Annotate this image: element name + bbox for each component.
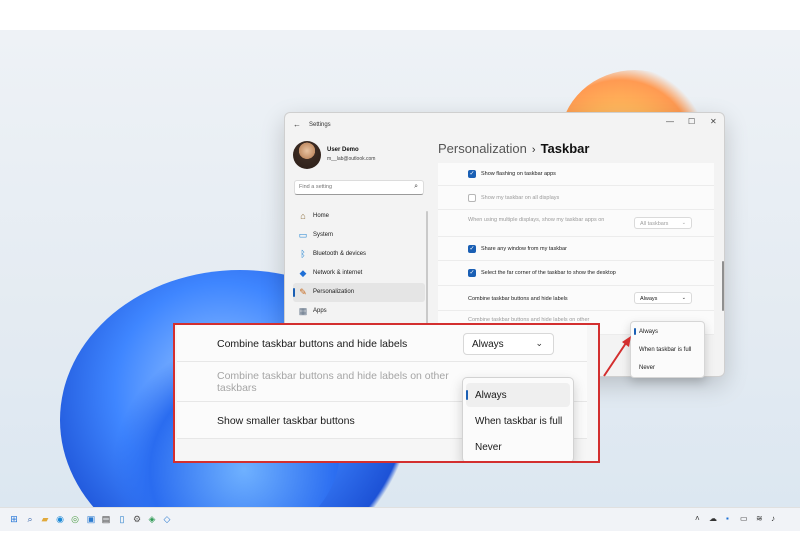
user-name: User Demo [327,147,359,153]
breadcrumb: Personalization › Taskbar [438,141,589,156]
app-icon[interactable]: ◈ [146,513,158,525]
sidebar-item-home[interactable]: ⌂ Home [293,207,425,226]
user-email: m__lab@outlook.com [327,156,376,162]
dropdown-option-when-full[interactable]: When taskbar is full [475,416,562,427]
combine-dropdown-menu: Always When taskbar is full Never [630,321,705,378]
checkbox-unchecked[interactable] [468,194,476,202]
breadcrumb-parent[interactable]: Personalization [438,141,527,156]
dropdown-option-always[interactable]: Always [639,329,658,335]
select-value: Always [472,339,504,350]
setting-row-all-displays: Show my taskbar on all displays [438,186,714,210]
sidebar-item-apps[interactable]: ▦ Apps [293,302,425,321]
setting-row-combine: Combine taskbar buttons and hide labels … [438,286,714,311]
network-icon: ◆ [299,268,307,278]
photos-icon[interactable]: ▣ [85,513,97,525]
search-input[interactable] [299,184,399,190]
taskbar: ⊞ ⌕ ▰ ◉ ◎ ▣ ▤ ▯ ⚙ ◈ ◇ ˄ ☁ ▪ ▭ ≋ ♪ [0,507,800,531]
multi-display-select[interactable]: All taskbars ⌄ [634,217,692,229]
maximize-icon[interactable]: ☐ [688,117,695,126]
zoom-callout: Combine taskbar buttons and hide labels … [173,323,600,463]
combine-select[interactable]: Always ⌄ [634,292,692,304]
sidebar-item-personalization[interactable]: ✎ Personalization [293,283,425,302]
annotation-arrow-icon [603,336,631,377]
start-icon[interactable]: ⊞ [8,513,20,525]
cloud-icon[interactable]: ☁ [709,514,717,523]
page-title: Taskbar [540,141,590,156]
setting-row-multi-display: When using multiple displays, show my ta… [438,210,714,237]
app-icon[interactable]: ◇ [161,513,173,525]
window-title: Settings [309,122,331,128]
chevron-down-icon: ⌄ [681,220,686,226]
sidebar-item-label: Home [313,213,330,219]
notepad-icon[interactable]: ▯ [116,513,128,525]
checkbox-checked[interactable]: ✓ [468,269,476,277]
checkbox-checked[interactable]: ✓ [468,245,476,253]
chevron-down-icon: ⌄ [681,295,686,301]
edge-icon[interactable]: ◉ [54,513,66,525]
chevron-down-icon: ⌄ [535,338,543,348]
terminal-icon[interactable]: ▤ [100,513,112,525]
sidebar-item-label: Network & internet [313,270,363,276]
content-scrollbar[interactable] [722,261,724,311]
avatar [293,141,321,169]
display-icon[interactable]: ▭ [740,514,748,523]
callout-label: Combine taskbar buttons and hide labels … [217,370,449,394]
sidebar-item-label: Personalization [313,289,355,295]
setting-label: Show my taskbar on all displays [481,195,560,201]
dropdown-option-when-full[interactable]: When taskbar is full [639,347,691,353]
setting-label: Show flashing on taskbar apps [481,171,556,177]
setting-label: When using multiple displays, show my ta… [468,217,605,223]
title-bar: ← Settings — ☐ ✕ [285,113,724,137]
callout-label: Combine taskbar buttons and hide labels [217,338,408,350]
combine-dropdown-menu-zoomed: Always When taskbar is full Never [462,377,574,461]
selection-marker [634,328,636,335]
store-icon[interactable]: ▪ [726,514,729,523]
search-icon[interactable]: ⌕ [414,183,418,191]
brush-icon: ✎ [299,287,307,297]
setting-label: Select the far corner of the taskbar to … [481,270,616,276]
settings-icon[interactable]: ⚙ [131,513,143,525]
sidebar-item-bluetooth[interactable]: ᛒ Bluetooth & devices [293,245,425,264]
minimize-icon[interactable]: — [666,117,674,126]
chevron-up-icon[interactable]: ˄ [695,514,700,523]
sidebar-nav: ⌂ Home ▭ System ᛒ Bluetooth & devices ◆ … [293,207,425,321]
search-box[interactable]: ⌕ [294,180,424,195]
back-arrow-icon[interactable]: ← [293,120,301,129]
checkbox-checked[interactable]: ✓ [468,170,476,178]
setting-label: Share any window from my taskbar [481,246,567,252]
search-icon[interactable]: ⌕ [24,513,36,525]
sidebar-item-system[interactable]: ▭ System [293,226,425,245]
sidebar-item-network[interactable]: ◆ Network & internet [293,264,425,283]
callout-label: Show smaller taskbar buttons [217,415,355,427]
chevron-right-icon: › [531,144,536,156]
dropdown-option-always[interactable]: Always [475,390,507,401]
setting-row-far-corner[interactable]: ✓ Select the far corner of the taskbar t… [438,261,714,286]
sidebar-item-label: System [313,232,334,238]
callout-row-combine: Combine taskbar buttons and hide labels … [177,325,587,362]
select-value: Always [640,296,658,302]
selection-marker [466,390,468,400]
select-value: All taskbars [640,221,669,227]
apps-icon: ▦ [298,306,308,316]
system-icon: ▭ [298,230,308,240]
sidebar-item-label: Bluetooth & devices [313,251,367,257]
setting-row-share-window[interactable]: ✓ Share any window from my taskbar [438,237,714,261]
setting-label: Combine taskbar buttons and hide labels [468,296,568,302]
sidebar-item-label: Apps [313,308,327,314]
selection-marker [293,288,295,297]
volume-icon[interactable]: ♪ [771,514,775,523]
bluetooth-icon: ᛒ [300,249,306,259]
dropdown-option-never[interactable]: Never [475,442,502,453]
combine-select-zoomed[interactable]: Always ⌄ [463,333,554,355]
chrome-icon[interactable]: ◎ [69,513,81,525]
setting-row-flashing[interactable]: ✓ Show flashing on taskbar apps [438,163,714,186]
close-icon[interactable]: ✕ [710,117,717,126]
user-profile[interactable]: User Demo m__lab@outlook.com [293,141,423,171]
home-icon: ⌂ [300,211,306,221]
dropdown-option-never[interactable]: Never [639,365,655,371]
wifi-icon[interactable]: ≋ [756,514,763,523]
file-explorer-icon[interactable]: ▰ [39,513,51,525]
